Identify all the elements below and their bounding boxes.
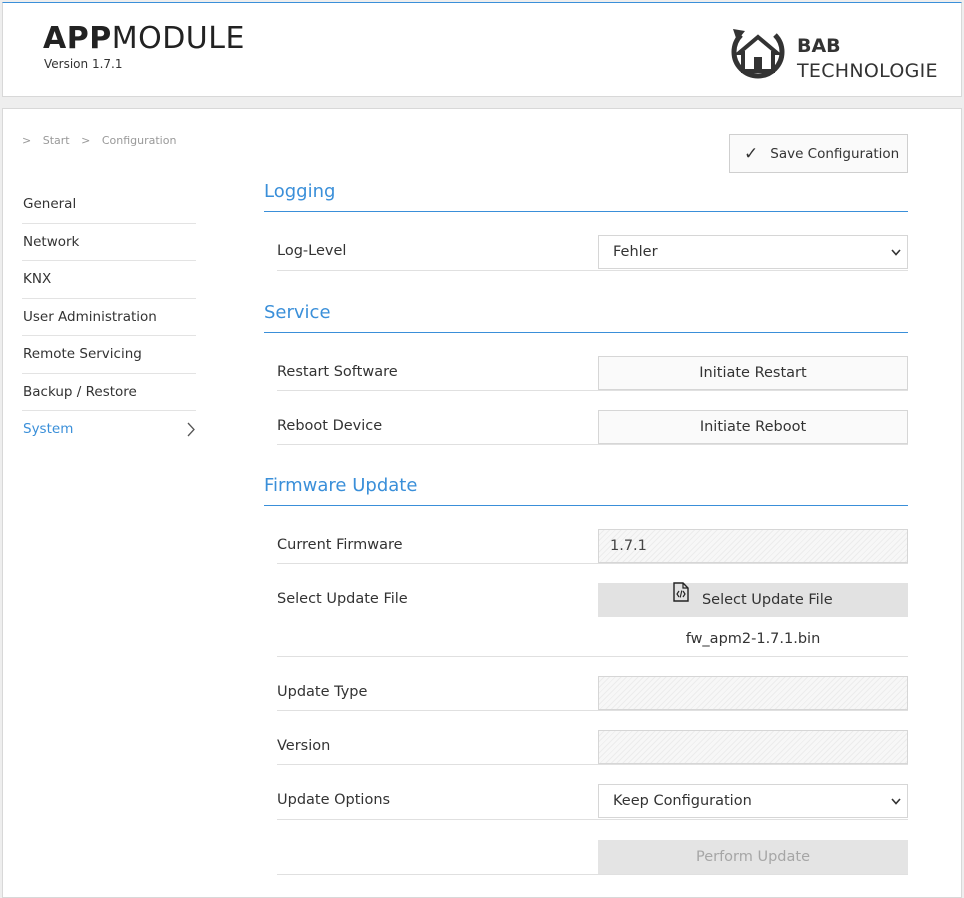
breadcrumb-start[interactable]: Start	[43, 134, 70, 147]
row-select-update-file: Select Update File Select Update File fw…	[277, 581, 908, 657]
save-configuration-label: Save Configuration	[770, 145, 900, 162]
select-update-file-button-label: Select Update File	[701, 592, 833, 608]
row-perform-update: Perform Update	[277, 840, 908, 875]
section-title-logging: Logging	[264, 181, 908, 212]
file-code-icon	[673, 581, 690, 615]
update-options-label: Update Options	[277, 792, 391, 808]
log-level-select[interactable]: Fehler	[598, 235, 908, 269]
row-current-firmware: Current Firmware 1.7.1	[277, 529, 908, 564]
sidebar-item-user-administration[interactable]: User Administration	[22, 299, 196, 336]
row-restart-software: Restart Software Initiate Restart	[277, 356, 908, 391]
current-firmware-label: Current Firmware	[277, 537, 403, 553]
app-title-light: MODULE	[111, 21, 245, 56]
check-icon: ✓	[744, 143, 759, 164]
perform-update-button[interactable]: Perform Update	[598, 840, 908, 874]
reboot-device-label: Reboot Device	[277, 418, 383, 434]
log-level-label: Log-Level	[277, 243, 347, 259]
row-update-options: Update Options Keep Configuration	[277, 784, 908, 820]
sidebar-item-label: System	[23, 421, 74, 437]
sidebar-item-general[interactable]: General	[22, 186, 196, 224]
app-title: APPMODULE	[43, 21, 245, 56]
logo-text-bab: BAB	[797, 35, 841, 57]
row-reboot-device: Reboot Device Initiate Reboot	[277, 410, 908, 445]
update-type-field	[598, 676, 908, 710]
log-level-value: Fehler	[613, 244, 658, 260]
logo-text-technologie: TECHNOLOGIE	[797, 60, 938, 82]
row-version: Version	[277, 730, 908, 765]
row-update-type: Update Type	[277, 676, 908, 711]
chevron-down-icon	[891, 785, 901, 831]
initiate-reboot-button[interactable]: Initiate Reboot	[598, 410, 908, 444]
chevron-right-icon	[186, 411, 196, 461]
update-options-select[interactable]: Keep Configuration	[598, 784, 908, 818]
app-header: APPMODULE Version 1.7.1 BAB TECHNOLOGIE	[2, 2, 962, 97]
section-title-firmware-update: Firmware Update	[264, 475, 908, 506]
selected-file-name: fw_apm2-1.7.1.bin	[685, 631, 821, 647]
sidebar-item-knx[interactable]: KNX	[22, 261, 196, 299]
breadcrumb: > Start > Configuration	[22, 134, 184, 147]
company-logo: BAB TECHNOLOGIE	[727, 25, 947, 85]
initiate-restart-button[interactable]: Initiate Restart	[598, 356, 908, 390]
version-label: Version	[277, 738, 331, 754]
update-type-label: Update Type	[277, 684, 368, 700]
breadcrumb-configuration[interactable]: Configuration	[102, 134, 177, 147]
sidebar-nav: General Network KNX User Administration …	[22, 186, 196, 449]
chevron-down-icon	[891, 236, 901, 282]
save-configuration-button[interactable]: ✓ Save Configuration	[729, 134, 908, 173]
app-version: Version 1.7.1	[44, 57, 123, 71]
house-refresh-icon	[731, 29, 785, 79]
sidebar-item-network[interactable]: Network	[22, 224, 196, 261]
app-title-bold: APP	[43, 21, 112, 56]
select-update-file-button[interactable]: Select Update File	[598, 581, 908, 617]
main-panel: > Start > Configuration General Network …	[2, 108, 962, 898]
update-options-value: Keep Configuration	[613, 793, 752, 809]
version-field	[598, 730, 908, 764]
sidebar-item-backup-restore[interactable]: Backup / Restore	[22, 374, 196, 411]
sidebar-item-remote-servicing[interactable]: Remote Servicing	[22, 336, 196, 374]
row-log-level: Log-Level Fehler	[277, 235, 908, 271]
restart-software-label: Restart Software	[277, 364, 398, 380]
breadcrumb-separator: >	[81, 134, 91, 147]
sidebar-item-system[interactable]: System	[22, 411, 196, 449]
breadcrumb-separator: >	[22, 134, 32, 147]
section-title-service: Service	[264, 302, 908, 333]
current-firmware-field: 1.7.1	[598, 529, 908, 563]
select-update-file-label: Select Update File	[277, 591, 408, 607]
